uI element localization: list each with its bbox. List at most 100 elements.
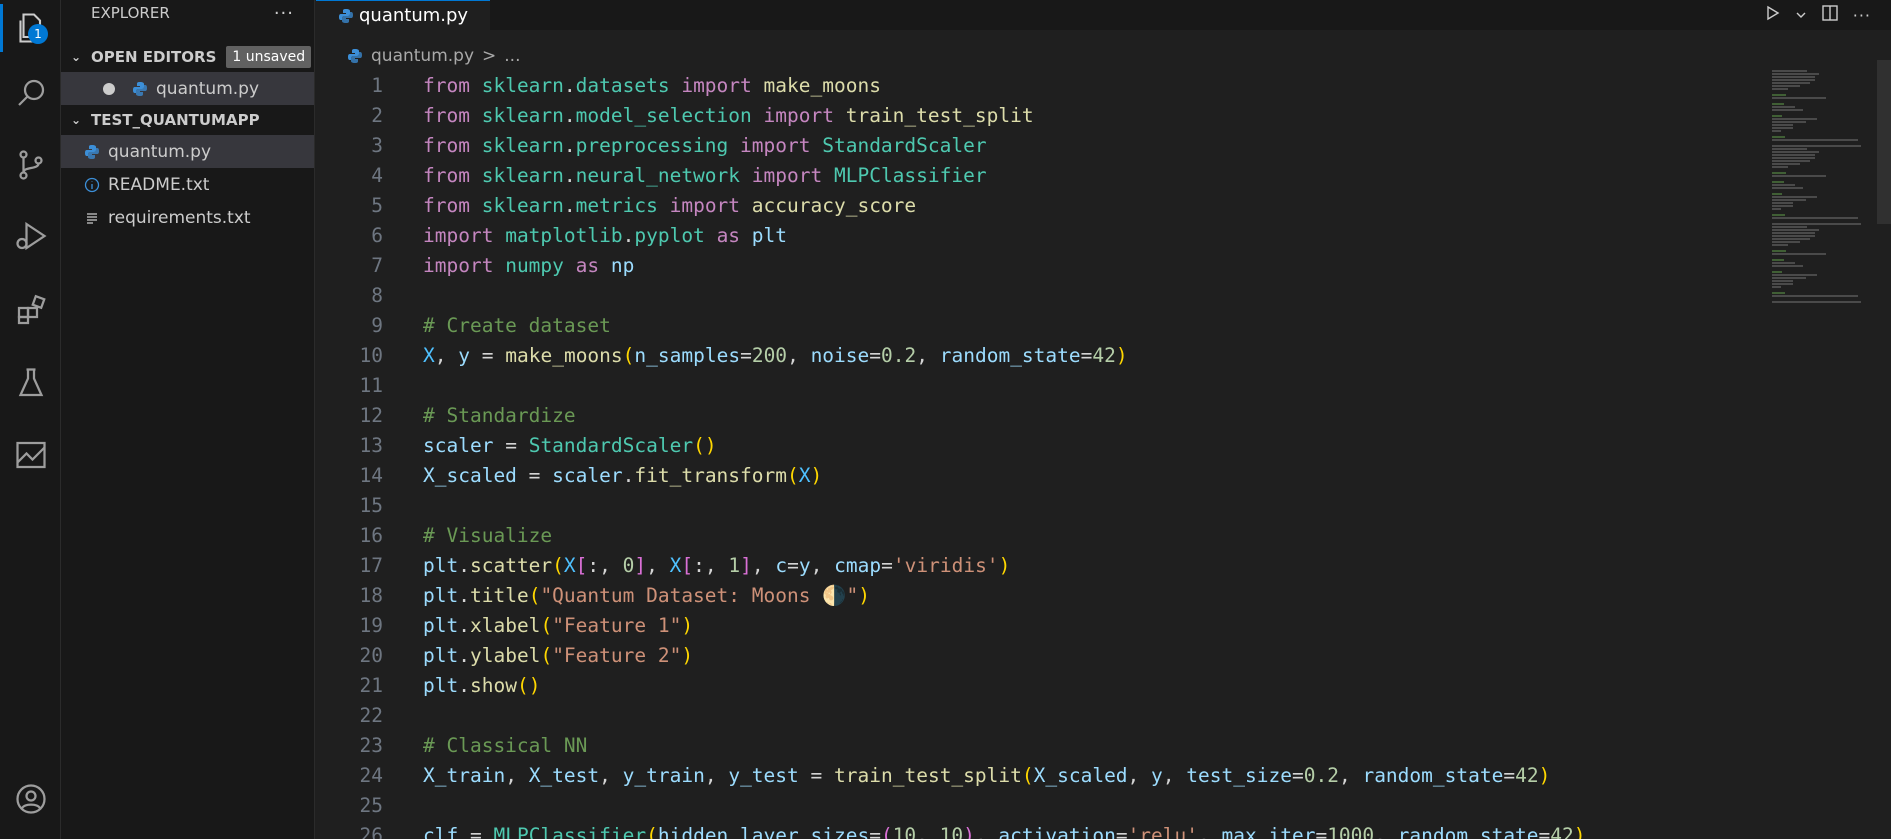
code-editor[interactable]: 1 from sklearn.datasets import make_moons… (316, 70, 1756, 839)
breadcrumb-file[interactable]: quantum.py (371, 46, 474, 66)
code-text: # Create dataset (423, 313, 611, 337)
minimap-line (1772, 277, 1807, 279)
line-number: 20 (359, 643, 383, 667)
line-number: 12 (359, 403, 383, 427)
code-text: from sklearn.preprocessing import Standa… (423, 133, 987, 157)
more-actions-icon[interactable]: ··· (274, 3, 294, 24)
minimap[interactable] (1772, 70, 1872, 315)
code-line[interactable]: 22 (316, 700, 1756, 730)
unsaved-dot-icon[interactable] (103, 82, 115, 95)
minimap-line (1772, 94, 1787, 96)
code-line[interactable]: 2 from sklearn.model_selection import tra… (316, 100, 1756, 130)
code-line[interactable]: 5 from sklearn.metrics import accuracy_sc… (316, 190, 1756, 220)
minimap-line (1772, 232, 1816, 234)
code-line[interactable]: 13 scaler = StandardScaler() (316, 430, 1756, 460)
code-line[interactable]: 7 import numpy as np (316, 250, 1756, 280)
testing-icon[interactable] (0, 355, 61, 411)
file-name: quantum.py (108, 141, 212, 162)
minimap-line (1772, 292, 1785, 294)
tab-quantum-py[interactable]: quantum.py (316, 0, 490, 30)
minimap-line (1772, 214, 1785, 216)
minimap-line (1772, 187, 1803, 189)
minimap-line (1772, 109, 1803, 111)
minimap-line (1772, 184, 1795, 186)
minimap-line (1772, 175, 1826, 177)
line-number: 5 (371, 193, 383, 217)
code-line[interactable]: 19 plt.xlabel("Feature 1") (316, 610, 1756, 640)
code-line[interactable]: 6 import matplotlib.pyplot as plt (316, 220, 1756, 250)
line-number: 23 (359, 733, 383, 757)
search-icon[interactable] (0, 65, 61, 121)
minimap-line (1772, 253, 1826, 255)
code-line[interactable]: 25 (316, 790, 1756, 820)
file-item-quantum[interactable]: quantum.py (61, 135, 314, 168)
open-editor-item[interactable]: quantum.py (61, 72, 314, 105)
code-line[interactable]: 21 plt.show() (316, 670, 1756, 700)
code-text: scaler = StandardScaler() (423, 433, 717, 457)
line-number: 18 (359, 583, 383, 607)
code-text: plt.ylabel("Feature 2") (423, 643, 694, 667)
line-number: 26 (359, 823, 383, 839)
run-icon[interactable] (1763, 4, 1781, 26)
file-item-requirements[interactable]: requirements.txt (61, 201, 314, 234)
line-number: 6 (371, 223, 383, 247)
code-line[interactable]: 4 from sklearn.neural_network import MLPC… (316, 160, 1756, 190)
code-line[interactable]: 18 plt.title("Quantum Dataset: Moons 🌗") (316, 580, 1756, 610)
minimap-line (1772, 73, 1819, 75)
chart-icon[interactable] (0, 427, 61, 483)
code-line[interactable]: 26 clf = MLPClassifier(hidden_layer_sizes… (316, 820, 1756, 839)
minimap-line (1772, 148, 1808, 150)
account-icon[interactable] (0, 771, 61, 827)
python-icon (344, 48, 366, 64)
minimap-line (1772, 301, 1862, 303)
minimap-line (1772, 76, 1816, 78)
code-line[interactable]: 3 from sklearn.preprocessing import Stand… (316, 130, 1756, 160)
minimap-line (1772, 106, 1795, 108)
editor-area: quantum.py ··· quantum.py > ... 1 from sk… (316, 0, 1891, 839)
minimap-line (1772, 121, 1807, 123)
code-line[interactable]: 24 X_train, X_test, y_train, y_test = tra… (316, 760, 1756, 790)
extensions-icon[interactable] (0, 283, 61, 339)
source-control-icon[interactable] (0, 137, 61, 193)
more-actions-icon[interactable]: ··· (1853, 6, 1871, 25)
minimap-line (1772, 286, 1781, 288)
minimap-line (1772, 115, 1782, 117)
line-number: 19 (359, 613, 383, 637)
run-debug-icon[interactable] (0, 208, 61, 264)
minimap-line (1772, 166, 1789, 168)
file-item-readme[interactable]: README.txt (61, 168, 314, 201)
chevron-down-icon[interactable] (1795, 6, 1807, 25)
minimap-line (1772, 238, 1810, 240)
code-line[interactable]: 17 plt.scatter(X[:, 0], X[:, 1], c=y, cma… (316, 550, 1756, 580)
open-editors-section[interactable]: ⌄ OPEN EDITORS 1 unsaved (61, 42, 314, 72)
code-line[interactable]: 20 plt.ylabel("Feature 2") (316, 640, 1756, 670)
code-line[interactable]: 9 # Create dataset (316, 310, 1756, 340)
code-text: # Visualize (423, 523, 553, 547)
code-text: X, y = make_moons(n_samples=200, noise=0… (423, 343, 1128, 367)
code-line[interactable]: 16 # Visualize (316, 520, 1756, 550)
minimap-line (1772, 262, 1795, 264)
minimap-line (1772, 193, 1782, 195)
vertical-scrollbar[interactable] (1877, 60, 1891, 224)
workspace-section[interactable]: ⌄ TEST_QUANTUMAPP (61, 105, 314, 135)
code-line[interactable]: 1 from sklearn.datasets import make_moons (316, 70, 1756, 100)
code-line[interactable]: 11 (316, 370, 1756, 400)
breadcrumb-symbols[interactable]: ... (504, 46, 520, 66)
code-text: clf = MLPClassifier(hidden_layer_sizes=(… (423, 823, 1586, 839)
code-line[interactable]: 12 # Standardize (316, 400, 1756, 430)
code-line[interactable]: 23 # Classical NN (316, 730, 1756, 760)
code-line[interactable]: 10 X, y = make_moons(n_samples=200, noise… (316, 340, 1756, 370)
minimap-line (1772, 151, 1819, 153)
code-line[interactable]: 15 (316, 490, 1756, 520)
minimap-line (1772, 145, 1862, 147)
code-text: from sklearn.datasets import make_moons (423, 73, 881, 97)
code-text: X_train, X_test, y_train, y_test = train… (423, 763, 1551, 787)
files-icon[interactable]: 1 (0, 0, 61, 56)
minimap-line (1772, 70, 1808, 72)
code-text: # Standardize (423, 403, 576, 427)
code-line[interactable]: 14 X_scaled = scaler.fit_transform(X) (316, 460, 1756, 490)
minimap-line (1772, 199, 1807, 201)
split-editor-icon[interactable] (1821, 4, 1839, 26)
code-line[interactable]: 8 (316, 280, 1756, 310)
file-name: README.txt (108, 174, 210, 195)
